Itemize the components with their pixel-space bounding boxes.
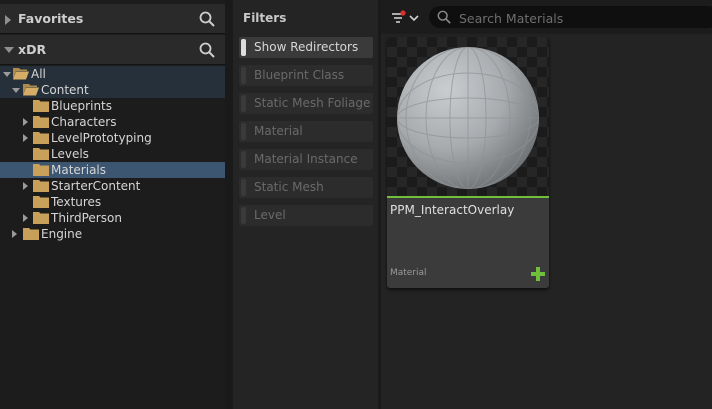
tree-item-blueprints[interactable]: Blueprints	[0, 98, 225, 114]
filter-static-mesh[interactable]: Static Mesh	[239, 177, 373, 198]
tree-item-engine[interactable]: Engine	[0, 226, 225, 242]
folder-icon	[33, 116, 49, 128]
filter-toggle[interactable]	[241, 39, 246, 56]
filter-icon[interactable]	[389, 9, 421, 27]
folder-icon	[33, 132, 49, 144]
favorites-header[interactable]: Favorites	[0, 4, 225, 34]
filter-label: Static Mesh Foliage	[254, 96, 371, 110]
filters-title: Filters	[243, 11, 287, 25]
tree-item-label: All	[31, 67, 46, 81]
folder-icon	[23, 228, 39, 240]
tree-item-label: Textures	[51, 195, 102, 209]
filter-label: Blueprint Class	[254, 68, 345, 82]
folder-icon	[33, 212, 49, 224]
filter-label: Show Redirectors	[254, 40, 359, 54]
filter-toggle[interactable]	[241, 151, 246, 168]
folder-icon	[33, 148, 49, 160]
expand-arrow-icon[interactable]	[23, 134, 28, 142]
tree-item-label: Engine	[41, 227, 83, 241]
tree-item-thirdperson[interactable]: ThirdPerson	[0, 210, 225, 226]
tree-item-materials[interactable]: Materials	[0, 162, 225, 178]
tree-item-label: ThirdPerson	[51, 211, 122, 225]
folder-icon	[33, 164, 49, 176]
folder-icon	[33, 100, 49, 112]
search-icon[interactable]	[199, 11, 215, 27]
filters-panel: Filters Show Redirectors Blueprint Class…	[233, 0, 378, 409]
content-toolbar	[381, 0, 712, 34]
filter-material[interactable]: Material	[239, 121, 373, 142]
folder-icon	[33, 196, 49, 208]
plus-icon[interactable]	[531, 267, 545, 281]
tree-item-startercontent[interactable]: StarterContent	[0, 178, 225, 194]
filter-static-mesh-foliage[interactable]: Static Mesh Foliage	[239, 93, 373, 114]
filter-label: Material	[254, 124, 303, 138]
filter-toggle[interactable]	[241, 123, 246, 140]
expand-arrow-icon[interactable]	[23, 214, 28, 222]
tree-item-levelprototyping[interactable]: LevelPrototyping	[0, 130, 225, 146]
expand-arrow-icon[interactable]	[23, 118, 28, 126]
tree-item-all[interactable]: All	[0, 66, 225, 82]
tree-item-label: StarterContent	[51, 179, 141, 193]
asset-name: PPM_InteractOverlay	[390, 203, 515, 217]
tree-item-characters[interactable]: Characters	[0, 114, 225, 130]
material-sphere-preview	[397, 47, 539, 189]
tree-item-label: Content	[41, 83, 89, 97]
filter-label: Level	[254, 208, 286, 222]
open-folder-icon	[23, 84, 39, 96]
filter-toggle[interactable]	[241, 207, 246, 224]
asset-thumbnail	[387, 37, 549, 196]
collapse-arrow-icon[interactable]	[12, 88, 20, 93]
filter-level[interactable]: Level	[239, 205, 373, 226]
open-folder-icon	[13, 68, 29, 80]
filter-show-redirectors[interactable]: Show Redirectors	[239, 37, 373, 58]
filter-blueprint-class[interactable]: Blueprint Class	[239, 65, 373, 86]
project-header[interactable]: xDR	[0, 35, 225, 65]
expand-arrow-icon[interactable]	[12, 230, 17, 238]
tree-item-levels[interactable]: Levels	[0, 146, 225, 162]
search-icon[interactable]	[199, 42, 215, 58]
filter-label: Material Instance	[254, 152, 358, 166]
search-input[interactable]	[457, 8, 701, 28]
tree-item-label: Characters	[51, 115, 117, 129]
tree-item-label: Materials	[51, 163, 107, 177]
asset-type: Material	[390, 268, 427, 278]
collapse-arrow-icon[interactable]	[3, 72, 11, 77]
tree-item-label: Levels	[51, 147, 89, 161]
project-label: xDR	[18, 42, 47, 57]
filter-toggle[interactable]	[241, 67, 246, 84]
asset-type-color-bar	[387, 196, 549, 198]
collapse-arrow-icon[interactable]	[4, 47, 14, 53]
filter-toggle[interactable]	[241, 179, 246, 196]
search-icon	[437, 10, 451, 24]
folder-icon	[33, 180, 49, 192]
search-box[interactable]	[429, 6, 712, 28]
tree-item-label: Blueprints	[51, 99, 113, 113]
filter-toggle[interactable]	[241, 95, 246, 112]
filter-material-instance[interactable]: Material Instance	[239, 149, 373, 170]
tree-item-content[interactable]: Content	[0, 82, 225, 98]
filter-label: Static Mesh	[254, 180, 324, 194]
expand-arrow-icon[interactable]	[5, 15, 11, 25]
favorites-label: Favorites	[18, 11, 84, 26]
asset-view: PPM_InteractOverlay Material	[381, 0, 712, 409]
sources-panel: Favorites xDR All Content Blueprints Cha…	[0, 0, 225, 409]
tree-item-label: LevelPrototyping	[51, 131, 152, 145]
asset-tile[interactable]: PPM_InteractOverlay Material	[387, 37, 549, 288]
tree-item-textures[interactable]: Textures	[0, 194, 225, 210]
expand-arrow-icon[interactable]	[23, 182, 28, 190]
